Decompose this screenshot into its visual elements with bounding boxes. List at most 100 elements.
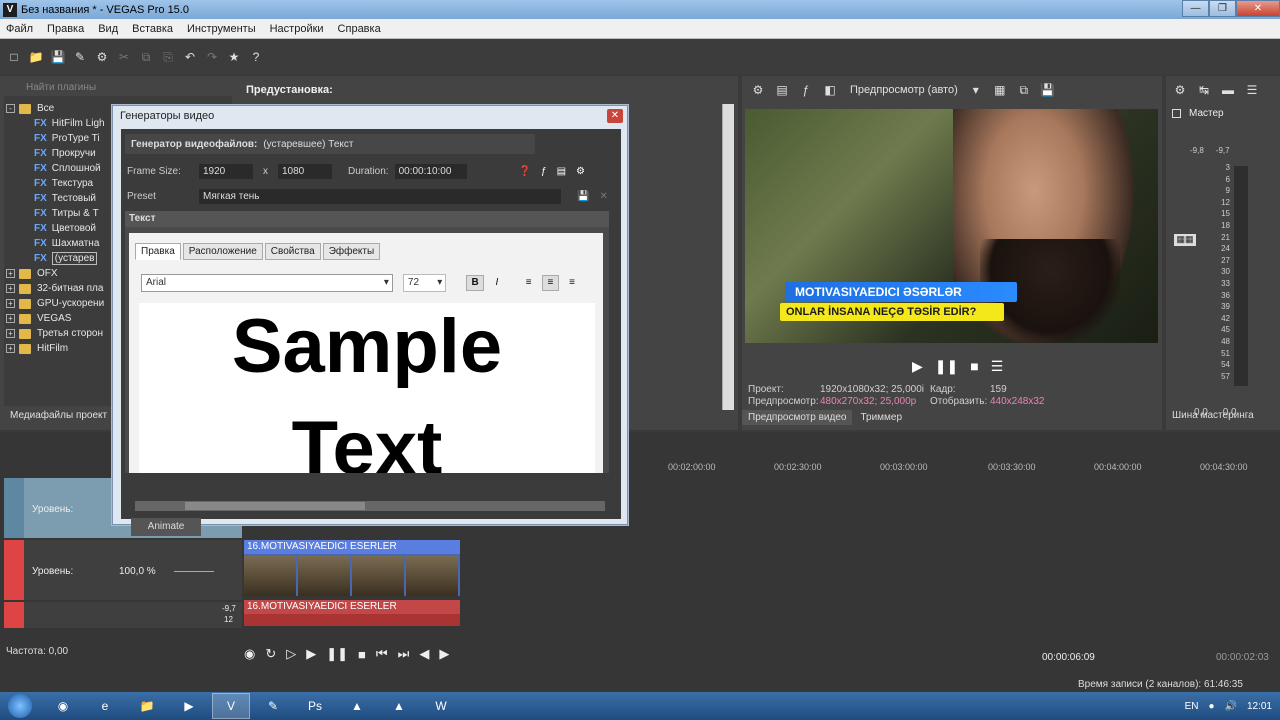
maximize-button[interactable]: ❐ [1209, 0, 1236, 17]
align-center-icon[interactable]: ≡ [541, 275, 560, 291]
tree-item-third-party[interactable]: + Третья сторон [6, 326, 105, 341]
audio-clip[interactable]: 16.MOTIVASIYAEDICI ESERLER [244, 600, 460, 626]
menu-edit[interactable]: Правка [47, 23, 84, 35]
next-frame-icon[interactable]: ▶ [439, 646, 449, 662]
menu-options[interactable]: Настройки [270, 23, 324, 35]
help-icon[interactable]: ❓ [519, 166, 531, 177]
tray-record-icon[interactable]: ● [1208, 701, 1214, 712]
expand-icon[interactable]: + [6, 314, 15, 323]
dialog-horizontal-scrollbar[interactable] [135, 501, 605, 511]
play-icon[interactable]: ▶ [306, 646, 316, 662]
tab-placement[interactable]: Расположение [182, 243, 263, 260]
preview-quality-select[interactable]: Предпросмотр (авто) [850, 84, 958, 96]
dim-icon[interactable]: ▬ [1220, 82, 1236, 98]
tree-item-fx-selected[interactable]: FX (устарев [6, 251, 105, 266]
duration-input[interactable]: 00:00:10:00 [394, 163, 467, 179]
tree-item-hitfilm[interactable]: + HitFilm [6, 341, 105, 356]
copy-snapshot-icon[interactable]: ⧉ [1016, 82, 1032, 98]
stop-icon[interactable]: ■ [358, 647, 366, 662]
tree-item-fx[interactable]: FX Прокручи [6, 146, 105, 161]
tree-item-fx[interactable]: FX Тестовый [6, 191, 105, 206]
tab-master-bus[interactable]: Шина мастеринга [1172, 410, 1254, 421]
new-file-icon[interactable]: □ [6, 49, 22, 65]
stop-icon[interactable]: ■ [970, 358, 978, 375]
save-preset-icon[interactable]: 💾 [577, 191, 589, 202]
expand-icon[interactable]: + [6, 284, 15, 293]
delete-preset-icon[interactable]: ✕ [599, 191, 607, 202]
tree-item-fx[interactable]: FX Шахматна [6, 236, 105, 251]
clock[interactable]: 12:01 [1247, 701, 1272, 712]
tree-item-fx[interactable]: FX Текстура [6, 176, 105, 191]
tree-item-vegas[interactable]: + VEGAS [6, 311, 105, 326]
paste-icon[interactable]: ⎘ [160, 49, 176, 65]
chevron-down-icon[interactable]: ▾ [968, 82, 984, 98]
expand-icon[interactable]: + [6, 269, 15, 278]
level-slider[interactable] [174, 571, 214, 572]
external-monitor-icon[interactable]: ▤ [774, 82, 790, 98]
notes-icon[interactable]: ✎ [254, 693, 292, 719]
go-to-start-icon[interactable]: ⏮ [376, 646, 388, 662]
start-button[interactable] [0, 692, 40, 720]
pause-icon[interactable]: ❚❚ [935, 358, 958, 375]
vegas-taskbar-icon[interactable]: V [212, 693, 250, 719]
video-clip[interactable]: 16.MOTIVASIYAEDICI ESERLER [244, 540, 460, 596]
acrobat-icon[interactable]: ▲ [338, 693, 376, 719]
play-icon[interactable]: ▶ [912, 358, 923, 375]
downmix-icon[interactable]: ↹ [1196, 82, 1212, 98]
language-indicator[interactable]: EN [1185, 701, 1199, 712]
scroll-thumb[interactable] [185, 502, 365, 510]
tab-project-media[interactable]: Медиафайлы проект [10, 410, 107, 421]
expand-icon[interactable]: + [6, 299, 15, 308]
menu-view[interactable]: Вид [98, 23, 118, 35]
menu-insert[interactable]: Вставка [132, 23, 173, 35]
menu-tools[interactable]: Инструменты [187, 23, 256, 35]
dialog-close-button[interactable]: ✕ [607, 109, 623, 123]
font-family-select[interactable]: Arial [141, 274, 393, 292]
master-gear-icon[interactable]: ⚙ [1172, 82, 1188, 98]
loop-icon[interactable]: ↻ [265, 646, 276, 662]
copy-icon[interactable]: ⧉ [138, 49, 154, 65]
collapse-icon[interactable]: - [6, 104, 15, 113]
tree-item-all[interactable]: - Все [6, 101, 105, 116]
cut-icon[interactable]: ✂ [116, 49, 132, 65]
plugin-search-input[interactable]: Найти плагины [4, 80, 232, 96]
help-icon[interactable]: ? [248, 49, 264, 65]
go-to-end-icon[interactable]: ⏭ [398, 646, 410, 662]
pause-icon[interactable]: ❚❚ [326, 646, 348, 662]
master-fader[interactable]: ▦▦ [1174, 234, 1196, 246]
bold-button[interactable]: B [466, 275, 485, 291]
preview-settings-gear-icon[interactable]: ⚙ [750, 82, 766, 98]
tree-item-fx[interactable]: FX Титры & T [6, 206, 105, 221]
previous-frame-icon[interactable]: ◀ [419, 646, 429, 662]
close-button[interactable]: ✕ [1236, 0, 1280, 17]
properties-gear-icon[interactable]: ⚙ [94, 49, 110, 65]
fx-icon[interactable]: ƒ [798, 82, 814, 98]
master-checkbox[interactable] [1172, 109, 1181, 118]
tab-edit[interactable]: Правка [135, 243, 181, 260]
animate-button[interactable]: Animate [131, 518, 201, 536]
italic-button[interactable]: I [488, 275, 506, 291]
save-snapshot-icon[interactable]: 💾 [1040, 82, 1056, 98]
meters-icon[interactable]: ☰ [1244, 82, 1260, 98]
frame-width-input[interactable]: 1920 [199, 163, 253, 179]
menu-help[interactable]: Справка [338, 23, 381, 35]
align-left-icon[interactable]: ≡ [519, 275, 538, 291]
record-icon[interactable]: ◉ [244, 646, 255, 662]
tree-item-fx[interactable]: FX Цветовой [6, 221, 105, 236]
volume-icon[interactable]: 🔊 [1225, 701, 1237, 712]
render-icon[interactable]: ★ [226, 49, 242, 65]
tree-item-gpu[interactable]: + GPU-ускорени [6, 296, 105, 311]
play-from-start-icon[interactable]: ▷ [286, 646, 296, 662]
tree-item-fx[interactable]: FX HitFilm Ligh [6, 116, 105, 131]
frame-height-input[interactable]: 1080 [278, 163, 332, 179]
track-header-2[interactable]: Уровень: 100,0 % [4, 540, 242, 600]
menu-icon[interactable]: ☰ [991, 358, 1004, 375]
tab-effects[interactable]: Эффекты [322, 243, 381, 260]
save-as-icon[interactable]: ✎ [72, 49, 88, 65]
redo-icon[interactable]: ↷ [204, 49, 220, 65]
preset-select[interactable]: Мягкая тень [199, 188, 561, 204]
tree-item-ofx[interactable]: + OFX [6, 266, 105, 281]
chrome-icon[interactable]: ◉ [44, 693, 82, 719]
tab-video-preview[interactable]: Предпросмотр видео [742, 409, 853, 425]
explorer-icon[interactable]: 📁 [128, 693, 166, 719]
